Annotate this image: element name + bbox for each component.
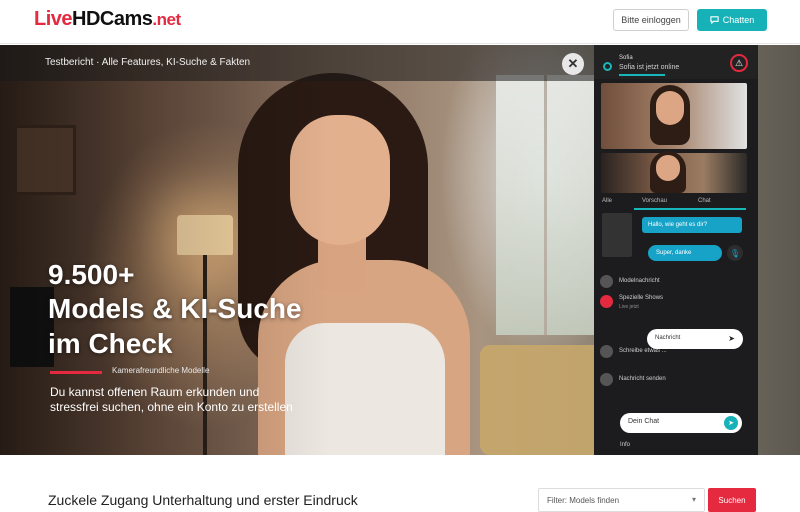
arrow-icon: ➤ <box>728 334 735 343</box>
hero-topbar: Testbericht · Alle Features, KI-Suche & … <box>0 45 594 81</box>
bottom-section: Zuckele Zugang Unterhaltung und erster E… <box>0 456 800 512</box>
hero-caption: Kamerafreundliche Modelle <box>112 366 210 375</box>
logo-part-hd: HD <box>72 8 100 30</box>
message-pill-label: Nachricht <box>655 335 681 341</box>
camera-preview <box>602 213 632 257</box>
avatar <box>600 345 613 358</box>
list-item[interactable]: Modelnachricht <box>600 275 750 291</box>
chat-cta-label: Chatten <box>722 15 755 25</box>
active-tab-indicator <box>634 208 746 210</box>
chat-panel-footer: Info <box>620 442 631 448</box>
list-item-title: Modelnachricht <box>619 278 660 284</box>
hero-topbar-text: Testbericht · Alle Features, KI-Suche & … <box>45 57 251 68</box>
login-button[interactable]: Bitte einloggen <box>613 9 689 31</box>
chat-bubble-icon <box>710 15 719 26</box>
section-title: Zuckele Zugang Unterhaltung und erster E… <box>48 492 358 508</box>
headline-line-2: im Check <box>48 328 173 359</box>
chat-cta-button[interactable]: Chatten <box>697 9 767 31</box>
microphone-icon[interactable]: 🎙 <box>727 245 743 261</box>
chevron-down-icon: ▾ <box>691 495 696 504</box>
status-underline <box>619 74 665 76</box>
send-icon[interactable]: ➤ <box>724 416 738 430</box>
page: LiveHDCams.net Bitte einloggen Chatten T… <box>0 0 800 512</box>
site-header: LiveHDCams.net Bitte einloggen Chatten <box>0 0 800 44</box>
accent-line <box>50 371 102 374</box>
chat-input[interactable]: Dein Chat ➤ <box>620 413 742 433</box>
chat-input-value: Dein Chat <box>628 418 660 425</box>
logo-part-tld: .net <box>152 10 181 29</box>
avatar <box>600 373 613 386</box>
warning-icon[interactable]: ⚠ <box>730 54 748 72</box>
thumb-2-face <box>656 155 680 181</box>
list-item[interactable]: Nachricht senden <box>600 373 750 389</box>
logo-part-live: Live <box>34 8 73 30</box>
hero-description: Du kannst offenen Raum erkunden und stre… <box>50 385 293 414</box>
tab-all[interactable]: Alle <box>602 198 612 204</box>
thumb-1-face <box>656 91 684 125</box>
search-button[interactable]: Suchen <box>708 488 756 512</box>
chat-panel: Sofia Sofia ist jetzt online ⚠ Alle Vors… <box>594 45 758 455</box>
chat-tabs: Alle Vorschau Chat <box>602 198 750 210</box>
hero-section: Testbericht · Alle Features, KI-Suche & … <box>0 45 800 455</box>
avatar <box>600 275 613 288</box>
online-status-icon <box>603 62 612 71</box>
model-status: Sofia ist jetzt online <box>619 64 680 71</box>
site-logo[interactable]: LiveHDCams.net <box>34 8 181 31</box>
filter-select[interactable]: Filter: Models finden ▾ <box>538 488 705 512</box>
chat-panel-header: Sofia Sofia ist jetzt online ⚠ <box>594 45 758 79</box>
list-item-subtitle: Live jetzt <box>619 304 639 310</box>
filter-select-value: Filter: Models finden <box>547 496 620 505</box>
logo-part-cams: Cams <box>99 8 153 30</box>
list-item-title: Nachricht senden <box>619 376 666 382</box>
chat-bubble-2: Super, danke <box>648 245 722 261</box>
message-pill[interactable]: Nachricht ➤ <box>647 329 743 349</box>
list-item[interactable]: Spezielle Shows Live jetzt <box>600 295 750 311</box>
list-item-title: Spezielle Shows <box>619 295 664 301</box>
avatar <box>600 295 613 308</box>
tab-chat[interactable]: Chat <box>698 198 711 204</box>
model-name: Sofia <box>619 55 633 61</box>
headline-line-1: Models & KI-Suche <box>48 293 302 324</box>
tab-preview[interactable]: Vorschau <box>642 198 667 204</box>
close-icon[interactable]: ✕ <box>562 53 584 75</box>
chat-bubble-1: Hallo, wie geht es dir? <box>642 217 742 233</box>
headline-count: 9.500+ <box>48 259 135 290</box>
